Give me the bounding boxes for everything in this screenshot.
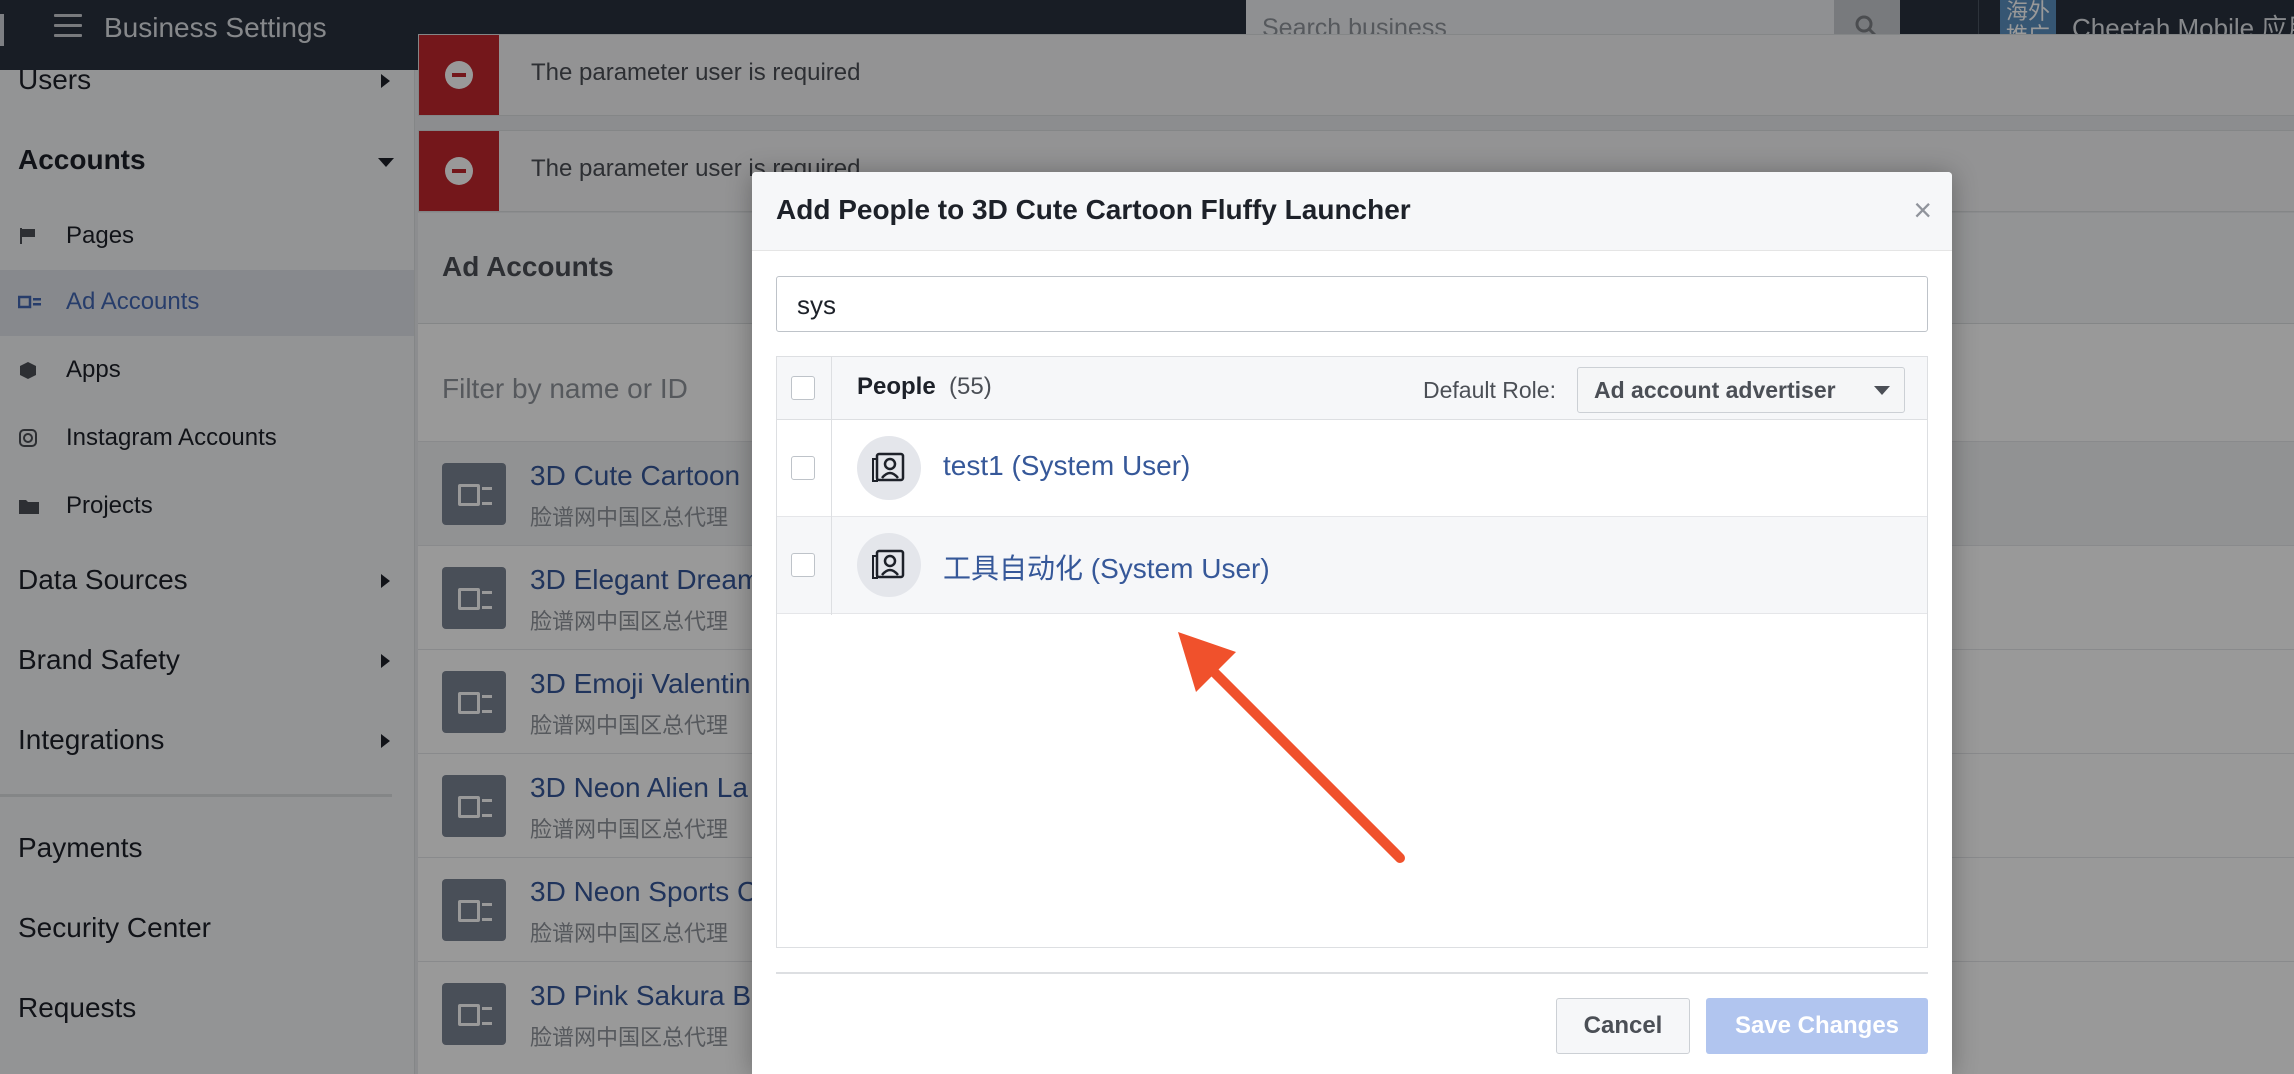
annotation-arrow: [1178, 632, 1405, 863]
